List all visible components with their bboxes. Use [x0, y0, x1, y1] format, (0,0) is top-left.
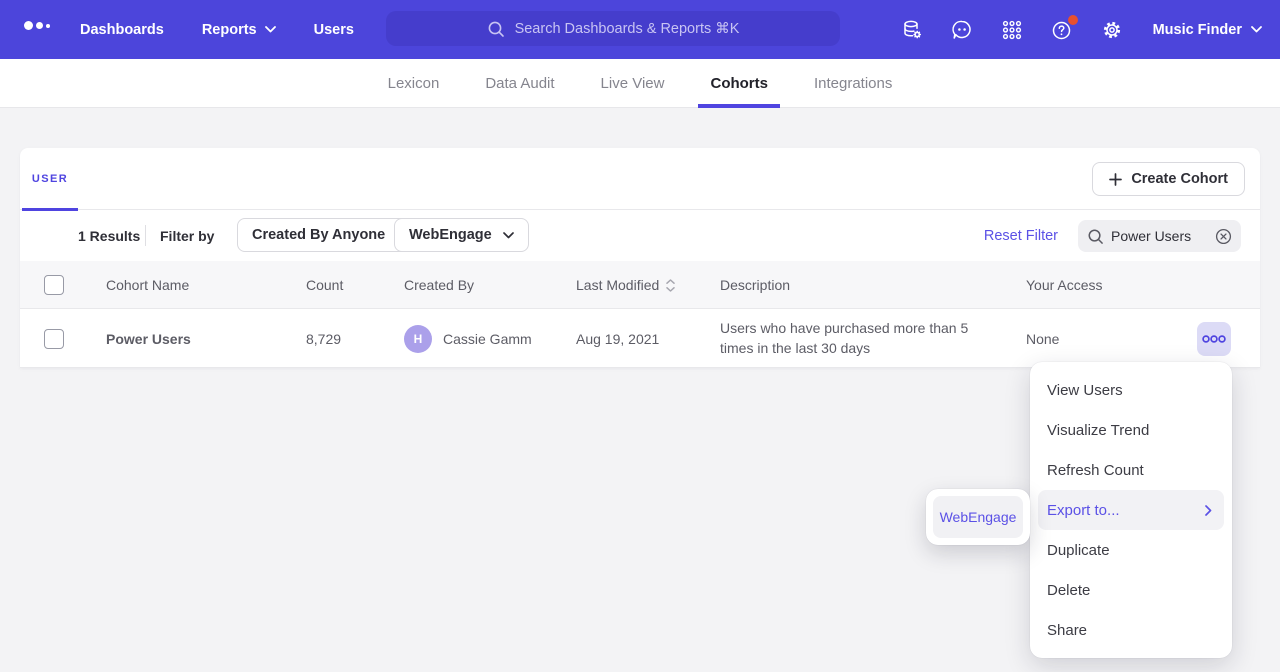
- table-row: Power Users 8,729 H Cassie Gamm Aug 19, …: [20, 309, 1260, 368]
- created-by-cell: H Cassie Gamm: [404, 309, 532, 368]
- tab-cohorts[interactable]: Cohorts: [687, 59, 791, 108]
- mixpanel-logo-icon[interactable]: [24, 21, 50, 30]
- data-management-subnav: Lexicon Data Audit Live View Cohorts Int…: [0, 59, 1280, 108]
- messages-icon[interactable]: [949, 17, 975, 43]
- ellipsis-icon: [1202, 334, 1226, 344]
- menu-item-share[interactable]: Share: [1030, 610, 1232, 650]
- menu-item-view-users[interactable]: View Users: [1030, 370, 1232, 410]
- search-icon: [1087, 228, 1104, 245]
- top-navbar: Dashboards Reports Users Search Dashboar…: [0, 0, 1280, 59]
- nav-reports[interactable]: Reports: [202, 22, 276, 38]
- primary-nav: Dashboards Reports Users: [80, 0, 354, 59]
- submenu-item-webengage[interactable]: WebEngage: [933, 496, 1023, 538]
- description-cell: Users who have purchased more than 5 tim…: [720, 309, 978, 368]
- filter-by-label: Filter by: [160, 210, 214, 261]
- tab-live-view[interactable]: Live View: [578, 59, 688, 108]
- tab-user[interactable]: USER: [22, 148, 78, 210]
- nav-dashboards-label: Dashboards: [80, 22, 164, 38]
- settings-gear-icon[interactable]: [1099, 17, 1125, 43]
- more-actions-button[interactable]: [1197, 322, 1231, 356]
- export-submenu: WebEngage: [926, 489, 1030, 545]
- search-icon: [487, 20, 505, 38]
- tab-data-audit[interactable]: Data Audit: [462, 59, 577, 108]
- menu-item-visualize-trend[interactable]: Visualize Trend: [1030, 410, 1232, 450]
- row-checkbox[interactable]: [44, 309, 64, 368]
- menu-item-delete[interactable]: Delete: [1030, 570, 1232, 610]
- results-count: 1 Results: [78, 210, 140, 261]
- global-search-input[interactable]: Search Dashboards & Reports ⌘K: [386, 11, 840, 46]
- create-cohort-button[interactable]: Create Cohort: [1092, 162, 1245, 196]
- data-management-icon[interactable]: [899, 17, 925, 43]
- menu-item-export-to[interactable]: Export to...: [1038, 490, 1224, 530]
- cohort-count-cell: 8,729: [306, 309, 341, 368]
- select-all-checkbox[interactable]: [44, 261, 64, 309]
- description-text: Users who have purchased more than 5 tim…: [720, 319, 978, 358]
- tab-integrations[interactable]: Integrations: [791, 59, 915, 108]
- header-description: Description: [720, 261, 790, 309]
- project-selector[interactable]: Music Finder: [1153, 22, 1262, 38]
- filter-bar: 1 Results Filter by Created By Anyone We…: [20, 210, 1260, 261]
- plus-icon: [1109, 173, 1122, 186]
- reset-filter-link[interactable]: Reset Filter: [984, 210, 1058, 261]
- export-to-label: Export to...: [1047, 502, 1120, 519]
- integration-filter-value: WebEngage: [409, 227, 492, 243]
- header-created-by: Created By: [404, 261, 474, 309]
- cohorts-card: USER Create Cohort 1 Results Filter by C…: [20, 148, 1260, 368]
- divider: [145, 225, 146, 246]
- topnav-actions: Music Finder: [899, 0, 1262, 59]
- notification-dot: [1068, 15, 1078, 25]
- chevron-down-icon: [265, 26, 276, 33]
- project-name: Music Finder: [1153, 22, 1242, 38]
- sort-icon[interactable]: [666, 279, 675, 292]
- tab-lexicon[interactable]: Lexicon: [365, 59, 463, 108]
- menu-item-duplicate[interactable]: Duplicate: [1030, 530, 1232, 570]
- nav-dashboards[interactable]: Dashboards: [80, 22, 164, 38]
- menu-item-refresh-count[interactable]: Refresh Count: [1030, 450, 1232, 490]
- create-cohort-label: Create Cohort: [1131, 171, 1228, 187]
- cohort-search-input[interactable]: [1111, 228, 1208, 244]
- cohort-actions-menu: View Users Visualize Trend Refresh Count…: [1030, 362, 1232, 658]
- nav-reports-label: Reports: [202, 22, 257, 38]
- creator-name: Cassie Gamm: [443, 331, 532, 347]
- nav-users-label: Users: [314, 22, 354, 38]
- chevron-down-icon: [503, 232, 514, 239]
- cohorts-card-header: USER Create Cohort: [20, 148, 1260, 210]
- table-header-row: Cohort Name Count Created By Last Modifi…: [20, 261, 1260, 309]
- clear-search-icon[interactable]: [1215, 228, 1232, 245]
- help-icon[interactable]: [1049, 17, 1075, 43]
- cohort-search-box: [1078, 220, 1241, 252]
- header-cohort-name: Cohort Name: [106, 261, 189, 309]
- your-access-cell: None: [1026, 309, 1059, 368]
- nav-users[interactable]: Users: [314, 22, 354, 38]
- integration-filter-dropdown[interactable]: WebEngage: [394, 218, 529, 252]
- chevron-down-icon: [1251, 26, 1262, 33]
- header-count: Count: [306, 261, 343, 309]
- header-last-modified-label: Last Modified: [576, 277, 659, 293]
- header-last-modified[interactable]: Last Modified: [576, 261, 675, 309]
- created-by-filter-value: Created By Anyone: [252, 227, 385, 243]
- chevron-right-icon: [1205, 505, 1212, 516]
- header-your-access: Your Access: [1026, 261, 1103, 309]
- avatar: H: [404, 325, 432, 353]
- last-modified-cell: Aug 19, 2021: [576, 309, 659, 368]
- global-search-placeholder: Search Dashboards & Reports ⌘K: [515, 21, 740, 37]
- cohort-name-cell[interactable]: Power Users: [106, 309, 191, 368]
- apps-grid-icon[interactable]: [999, 17, 1025, 43]
